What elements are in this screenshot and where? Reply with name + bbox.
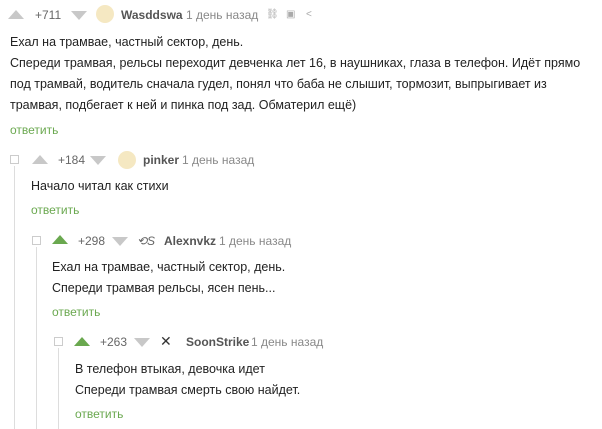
author-name[interactable]: pinker [143,153,179,167]
comment-text: В телефон втыкая, девочка идет Спереди т… [75,359,300,401]
author-name[interactable]: Wasddswa [121,8,183,22]
downvote-icon[interactable] [71,11,87,20]
reply-link[interactable]: ответить [10,123,58,137]
text-line: Спереди трамвая, рельсы переходит девчен… [10,56,581,70]
reply-link[interactable]: ответить [31,203,79,217]
thread-line[interactable] [14,166,15,429]
reply-link[interactable]: ответить [75,407,123,421]
text-line: под трамвай, водитель сначала гудел, пон… [10,77,547,91]
rating: +711 [35,8,62,22]
text-line: Ехал на трамвае, частный сектор, день. [52,260,286,274]
upvote-icon[interactable] [74,337,90,346]
text-line: В телефон втыкая, девочка идет [75,362,265,376]
collapse-icon[interactable] [54,337,63,346]
avatar[interactable] [96,5,114,23]
text-line: Начало читал как стихи [31,179,169,193]
text-line: трамвая, подбегает к ней и пинка под зад… [10,98,357,112]
upvote-icon[interactable] [52,235,68,244]
author-name[interactable]: Alexnvkz [164,234,216,248]
collapse-icon[interactable] [10,155,19,164]
avatar[interactable]: ⟲S [137,234,155,248]
text-line: Спереди трамвая рельсы, ясен пень... [52,281,276,295]
thread-line[interactable] [36,247,37,429]
timestamp[interactable]: 1 день назад [186,8,258,22]
text-line: Ехал на трамвае, частный сектор, день. [10,35,244,49]
rating: +263 [100,335,128,349]
timestamp[interactable]: 1 день назад [251,335,323,349]
comment-text: Начало читал как стихи [31,176,169,197]
comment-text: Ехал на трамвае, частный сектор, день. С… [10,32,595,116]
rating: +298 [78,234,106,248]
author-name[interactable]: SoonStrike [186,335,249,349]
collapse-icon[interactable] [32,236,41,245]
timestamp[interactable]: 1 день назад [219,234,291,248]
share-icon[interactable]: < [306,9,312,20]
upvote-icon[interactable] [32,155,48,164]
reply-link[interactable]: ответить [52,305,100,319]
link-icon[interactable]: ⛓ [266,9,279,20]
downvote-icon[interactable] [112,237,128,246]
thread-line[interactable] [58,348,59,429]
text-line: Спереди трамвая смерть свою найдет. [75,383,301,397]
timestamp[interactable]: 1 день назад [182,153,254,167]
avatar[interactable] [118,151,136,169]
rating: +184 [58,153,86,167]
save-icon[interactable]: ▣ [286,9,295,20]
avatar[interactable]: ✕ [160,333,172,350]
downvote-icon[interactable] [90,156,106,165]
comment-text: Ехал на трамвае, частный сектор, день. С… [52,257,285,299]
upvote-icon[interactable] [8,10,24,19]
downvote-icon[interactable] [134,338,150,347]
